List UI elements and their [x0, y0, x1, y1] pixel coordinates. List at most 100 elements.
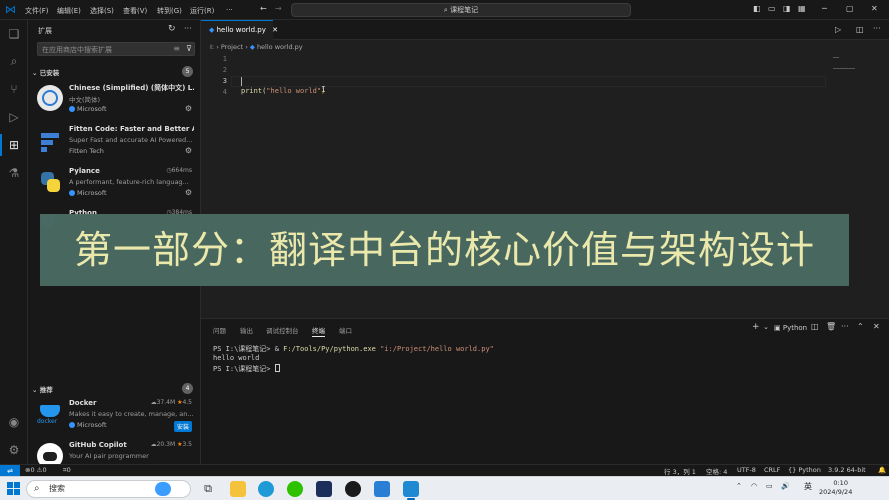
- volume-icon[interactable]: 🔊: [781, 482, 790, 490]
- extensions-icon[interactable]: ⊞: [6, 137, 22, 153]
- breadcrumb-drive[interactable]: I:: [210, 43, 214, 51]
- filter-icon[interactable]: ⊽: [186, 44, 192, 53]
- ports-status[interactable]: ⌗0: [63, 466, 71, 475]
- split-editor-icon[interactable]: ◫: [856, 25, 864, 34]
- menu-edit[interactable]: 编辑(E): [57, 6, 81, 16]
- account-icon[interactable]: ◉: [6, 414, 22, 430]
- terminal-shell[interactable]: ▣ Python: [774, 324, 807, 332]
- extension-item-fitten[interactable]: Fitten Code: Faster and Better AI ... Su…: [32, 123, 198, 163]
- globe-icon: [37, 85, 63, 111]
- verified-icon: [69, 421, 75, 428]
- source-control-icon[interactable]: ⑂: [6, 81, 22, 97]
- new-terminal-icon[interactable]: +: [752, 322, 760, 332]
- menu-selection[interactable]: 选择(S): [90, 6, 114, 16]
- kill-terminal-icon[interactable]: 🗑: [826, 322, 836, 331]
- clock-date: 2024/9/24: [819, 488, 853, 496]
- tab-debug-console[interactable]: 调试控制台: [266, 325, 299, 335]
- chevron-down-icon[interactable]: ⌄: [763, 323, 769, 331]
- command-center[interactable]: ⌕ 课程笔记: [291, 3, 631, 17]
- cursor-position[interactable]: 行 3，列 1: [664, 466, 696, 476]
- run-debug-icon[interactable]: ▷: [6, 109, 22, 125]
- manage-gear-icon[interactable]: ⚙: [6, 442, 22, 458]
- forward-arrow-icon[interactable]: →: [275, 4, 282, 13]
- breadcrumb-folder[interactable]: Project: [221, 43, 243, 51]
- close-icon[interactable]: ✕: [871, 4, 878, 13]
- minimize-icon[interactable]: ─: [822, 4, 827, 13]
- clear-filter-icon[interactable]: ≡: [173, 44, 180, 53]
- search-view-icon[interactable]: ⌕: [6, 53, 22, 69]
- toggle-panel-icon[interactable]: ▭: [768, 4, 776, 13]
- vscode-taskbar-icon[interactable]: [403, 481, 419, 500]
- tab-ports[interactable]: 端口: [339, 325, 352, 335]
- extension-search-box[interactable]: 在应用商店中搜索扩展 ≡ ⊽: [37, 42, 195, 56]
- testing-icon[interactable]: ⚗: [6, 165, 22, 181]
- editor-more-icon[interactable]: ···: [873, 24, 881, 33]
- extension-item-chinese[interactable]: Chinese (Simplified) (简体中文) L... 中文(简体) …: [32, 81, 198, 121]
- maximize-icon[interactable]: ▢: [846, 4, 854, 13]
- menu-view[interactable]: 查看(V): [123, 6, 147, 16]
- extension-item-docker[interactable]: docker Docker ☁37.4M ★4.5 Makes it easy …: [32, 397, 198, 437]
- tab-output[interactable]: 输出: [240, 325, 253, 335]
- language-mode[interactable]: {} Python: [788, 466, 821, 474]
- refresh-icon[interactable]: ↻: [168, 24, 176, 34]
- installed-section-header[interactable]: ⌄ 已安装: [32, 67, 59, 77]
- extension-gear-icon[interactable]: ⚙: [185, 188, 192, 197]
- tab-label: hello world.py: [216, 26, 266, 34]
- menu-go[interactable]: 转到(G): [157, 6, 182, 16]
- file-explorer-icon[interactable]: [230, 481, 246, 497]
- tab-hello-world-py[interactable]: ◆ hello world.py ✕: [201, 20, 278, 40]
- tab-problems[interactable]: 问题: [213, 325, 226, 335]
- wechat-icon[interactable]: [287, 481, 303, 497]
- verified-icon: [69, 105, 75, 112]
- breadcrumb-file[interactable]: hello world.py: [257, 43, 303, 51]
- more-actions-icon[interactable]: ···: [184, 24, 192, 33]
- extension-description: Your AI pair programmer: [69, 452, 149, 460]
- extension-gear-icon[interactable]: ⚙: [185, 146, 192, 155]
- toggle-sidebar-icon[interactable]: ◧: [753, 4, 761, 13]
- extension-gear-icon[interactable]: ⚙: [185, 104, 192, 113]
- python-file-icon: ◆: [209, 26, 215, 34]
- close-panel-icon[interactable]: ✕: [873, 322, 880, 331]
- indentation[interactable]: 空格: 4: [706, 466, 727, 476]
- python-interpreter[interactable]: 3.9.2 64-bit: [828, 466, 866, 474]
- extension-publisher: Microsoft: [69, 421, 107, 429]
- close-tab-icon[interactable]: ✕: [272, 26, 278, 34]
- activity-bar: ❏ ⌕ ⑂ ▷ ⊞ ⚗ ◉ ⚙: [0, 20, 28, 464]
- line-ending[interactable]: CRLF: [764, 466, 780, 474]
- windows-start-icon[interactable]: [7, 482, 20, 495]
- line-number: 2: [222, 66, 227, 74]
- mail-icon[interactable]: [374, 481, 390, 497]
- install-button[interactable]: 安装: [173, 421, 192, 432]
- battery-icon[interactable]: ▭: [766, 482, 773, 490]
- menu-run[interactable]: 运行(R): [190, 6, 214, 16]
- extension-item-pylance[interactable]: Pylance ◷664ms A performant, feature-ric…: [32, 165, 198, 205]
- input-method[interactable]: 英: [804, 481, 812, 492]
- recommended-section-header[interactable]: ⌄ 推荐: [32, 384, 53, 394]
- split-terminal-icon[interactable]: ◫: [811, 322, 819, 331]
- wifi-icon[interactable]: ◠: [751, 482, 757, 490]
- notifications-bell-icon[interactable]: 🔔: [878, 466, 886, 474]
- run-python-icon[interactable]: ▷: [835, 25, 841, 34]
- tray-chevron-up-icon[interactable]: ⌃: [736, 482, 742, 490]
- encoding[interactable]: UTF-8: [737, 466, 756, 474]
- app-icon[interactable]: [316, 481, 332, 497]
- problems-status[interactable]: ⊗0 ⚠0: [25, 466, 47, 474]
- extension-stats: ☁20.3M ★3.5: [150, 441, 192, 448]
- explorer-icon[interactable]: ❏: [6, 26, 22, 42]
- customize-layout-icon[interactable]: ▦: [798, 4, 806, 13]
- maximize-panel-icon[interactable]: ⌃: [857, 322, 864, 331]
- menu-more[interactable]: ···: [226, 6, 233, 14]
- tab-terminal[interactable]: 终端: [312, 325, 325, 337]
- panel-more-icon[interactable]: ···: [841, 322, 849, 331]
- task-view-icon[interactable]: ⧉: [200, 481, 216, 497]
- toggle-secondary-sidebar-icon[interactable]: ◨: [783, 4, 791, 13]
- clock[interactable]: 0:10 2024/9/24: [819, 479, 852, 497]
- terminal-line-3[interactable]: PS I:\课程笔记>: [213, 364, 280, 374]
- minimap[interactable]: [833, 54, 883, 84]
- menu-file[interactable]: 文件(F): [25, 6, 49, 16]
- taskbar-search[interactable]: ⌕ 搜索: [26, 480, 191, 498]
- obs-icon[interactable]: [345, 481, 361, 497]
- extension-item-copilot[interactable]: GitHub Copilot ☁20.3M ★3.5 Your AI pair …: [32, 439, 198, 464]
- edge-browser-icon[interactable]: [258, 481, 274, 497]
- back-arrow-icon[interactable]: ←: [260, 4, 267, 13]
